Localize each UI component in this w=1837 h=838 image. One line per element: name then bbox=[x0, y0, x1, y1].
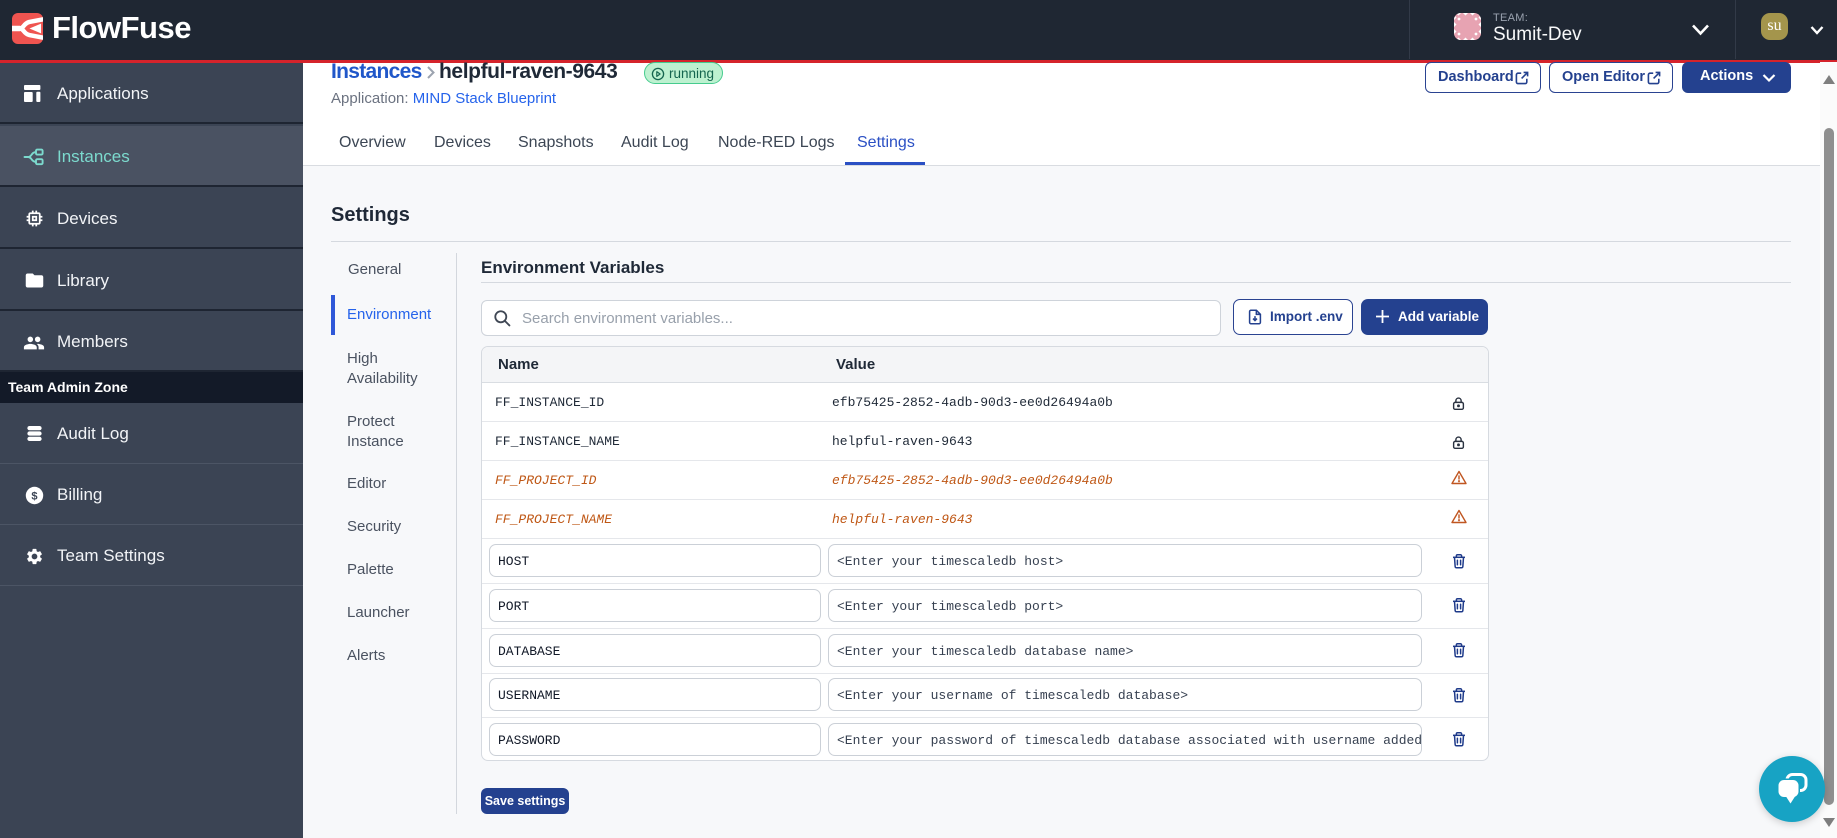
svg-text:$: $ bbox=[31, 490, 37, 502]
